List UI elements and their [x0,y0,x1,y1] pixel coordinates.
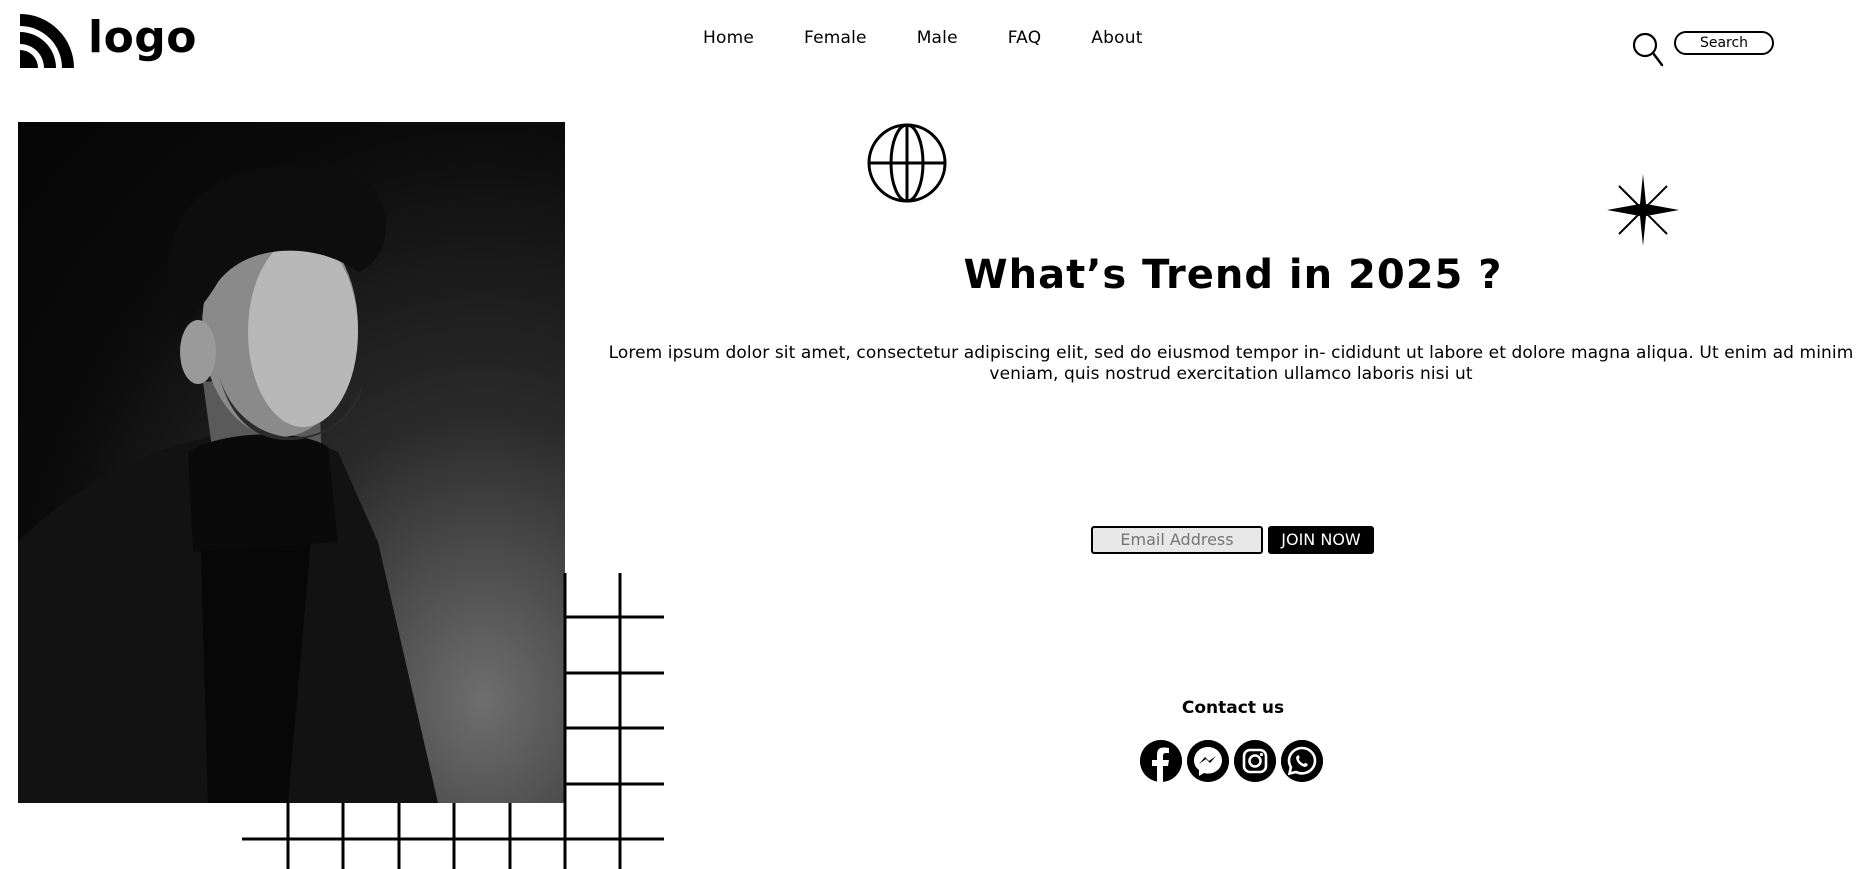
whatsapp-icon[interactable] [1281,740,1323,782]
join-now-button[interactable]: JOIN NOW [1268,526,1374,554]
hero-headline: What’s Trend in 2025 ? [963,252,1503,298]
nav-about[interactable]: About [1091,28,1142,48]
search-icon[interactable] [1632,32,1664,72]
sparkle-icon [1607,174,1679,250]
social-links [1140,740,1323,782]
logo-text: logo [88,12,198,63]
globe-icon [866,122,948,208]
instagram-icon[interactable] [1234,740,1276,782]
nav-faq[interactable]: FAQ [1008,28,1042,48]
contact-title: Contact us [1181,698,1285,718]
main-nav: Home Female Male FAQ About [703,28,1193,48]
decorative-grid [242,573,664,869]
logo-icon [16,10,74,72]
search-button[interactable]: Search [1674,31,1774,55]
nav-male[interactable]: Male [917,28,958,48]
nav-home[interactable]: Home [703,28,754,48]
logo[interactable]: logo [16,10,197,72]
nav-female[interactable]: Female [804,28,867,48]
messenger-icon[interactable] [1187,740,1229,782]
facebook-icon[interactable] [1140,740,1182,782]
hero-description: Lorem ipsum dolor sit amet, consectetur … [608,343,1854,384]
email-input[interactable] [1091,526,1263,554]
